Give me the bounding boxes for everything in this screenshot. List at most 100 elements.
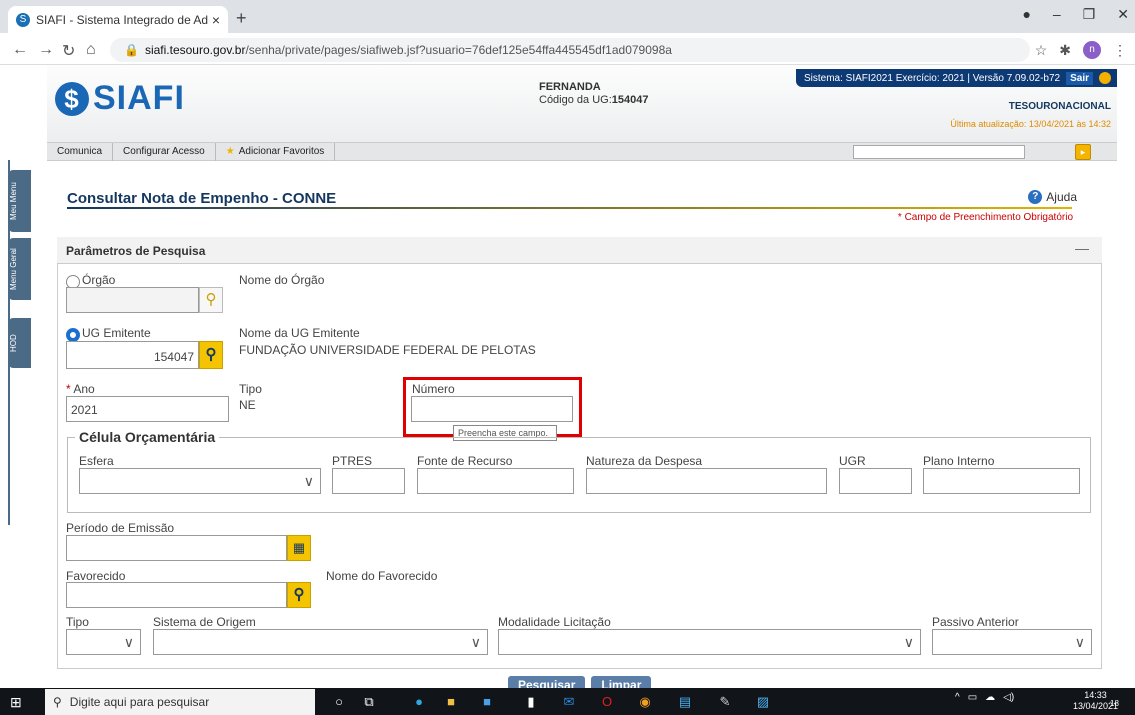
panel-header: [57, 237, 1102, 264]
fonte-input[interactable]: [417, 468, 574, 494]
orgao-name-label: Nome do Órgão: [239, 273, 325, 287]
natureza-input[interactable]: [586, 468, 827, 494]
browser-tab[interactable]: S SIAFI - Sistema Integrado de Adm ×: [8, 6, 228, 33]
siafi-logo-icon: $: [55, 81, 89, 116]
reload-icon[interactable]: ↻: [62, 41, 75, 61]
periodo-input[interactable]: [66, 535, 287, 561]
orgao-input[interactable]: [66, 287, 199, 313]
exit-button[interactable]: Sair: [1066, 71, 1093, 85]
help-icon: ?: [1028, 190, 1043, 204]
tipo-label: Tipo: [239, 382, 262, 396]
ugr-input[interactable]: [839, 468, 912, 494]
menu-item-comunica[interactable]: Comunica: [47, 142, 114, 161]
menu-search-input[interactable]: [853, 145, 1025, 159]
menu-item-configurar-acesso[interactable]: Configurar Acesso: [113, 142, 216, 161]
orgao-label: Órgão: [82, 273, 116, 287]
system-tray: ^ ▭ ☁ ◁): [955, 692, 1014, 703]
fonte-label: Fonte de Recurso: [417, 454, 513, 468]
ano-input[interactable]: 2021: [66, 396, 229, 422]
siafi-header: $ SIAFI FERNANDA Código da UG:154047 Sis…: [47, 65, 1117, 143]
chevron-down-icon: ∨: [470, 634, 481, 650]
sidetab-meu-menu[interactable]: Meu Menu: [9, 170, 31, 232]
favorecido-search-icon[interactable]: ⚲: [287, 582, 311, 608]
document-icon[interactable]: ▮: [522, 694, 540, 710]
modalidade-select[interactable]: ∨: [498, 629, 921, 655]
back-icon[interactable]: ←: [12, 41, 28, 59]
volume-icon[interactable]: ◁): [1003, 692, 1014, 703]
taskbar-search[interactable]: ⚲ Digite aqui para pesquisar: [45, 689, 315, 715]
store-icon[interactable]: ■: [478, 694, 496, 710]
plano-input[interactable]: [923, 468, 1080, 494]
ug-search-icon[interactable]: ⚲: [199, 341, 223, 369]
minimize-icon[interactable]: –: [1053, 6, 1061, 23]
profile-avatar[interactable]: n: [1083, 41, 1101, 59]
task-view-icon[interactable]: ⧉: [360, 694, 378, 710]
menu-item-adicionar-favoritos[interactable]: ★ Adicionar Favoritos: [216, 142, 336, 161]
chrome-icon[interactable]: ◉: [636, 694, 654, 710]
onedrive-icon[interactable]: ☁: [985, 692, 995, 703]
notification-icon[interactable]: 18: [1110, 694, 1119, 709]
logo-text: SIAFI: [93, 79, 185, 117]
ug-code: 154047: [611, 94, 649, 106]
calendar-icon[interactable]: ▦: [287, 535, 311, 561]
sidetab-hod[interactable]: HOD: [9, 318, 31, 368]
search-icon: ⚲: [53, 695, 62, 709]
file-explorer-icon[interactable]: ■: [442, 694, 460, 710]
siafi-favicon-icon: S: [16, 12, 30, 27]
paint-icon[interactable]: ✎: [716, 694, 734, 710]
browser-menu-icon[interactable]: ⋮: [1113, 42, 1127, 59]
profile-dot-icon[interactable]: ●: [1022, 6, 1030, 23]
window-controls: ● – ❐ ✕: [1022, 6, 1129, 23]
forward-icon[interactable]: →: [38, 41, 54, 59]
esfera-select[interactable]: ∨: [79, 468, 321, 494]
required-note: * Campo de Preenchimento Obrigatório: [897, 212, 1073, 223]
extensions-puzzle-icon[interactable]: ✱: [1059, 42, 1071, 59]
mail-icon[interactable]: ✉: [560, 694, 578, 710]
ug-name-label: Nome da UG Emitente: [239, 326, 360, 340]
ug-emitente-input[interactable]: 154047: [66, 341, 199, 369]
new-tab-icon[interactable]: +: [236, 8, 247, 29]
maximize-icon[interactable]: ❐: [1083, 6, 1096, 23]
ug-emitente-radio[interactable]: [66, 328, 80, 342]
home-icon[interactable]: ⌂: [86, 41, 96, 59]
windows-start-icon[interactable]: ⊞: [10, 694, 22, 711]
url-field[interactable]: 🔒 siafi.tesouro.gov.br /senha/private/pa…: [110, 38, 1030, 62]
system-info: Sistema: SIAFI2021 Exercício: 2021 | Ver…: [804, 72, 1061, 84]
ano-label-text: Ano: [73, 382, 95, 396]
photos-icon[interactable]: ▨: [754, 694, 772, 710]
exit-icon[interactable]: [1099, 72, 1111, 84]
menu-search-go-icon[interactable]: ▸: [1075, 144, 1091, 160]
cortana-icon[interactable]: ○: [330, 694, 348, 710]
url-path: /senha/private/pages/siafiweb.jsf?usuari…: [245, 43, 672, 57]
close-window-icon[interactable]: ✕: [1117, 6, 1129, 23]
ptres-input[interactable]: [332, 468, 405, 494]
network-icon[interactable]: ▭: [968, 692, 977, 703]
required-star: *: [66, 382, 71, 396]
passivo-select[interactable]: ∨: [932, 629, 1092, 655]
tesouro-logo: TESOURONACIONAL: [1008, 101, 1111, 112]
ugr-label: UGR: [839, 454, 866, 468]
orgao-search-icon[interactable]: ⚲: [199, 287, 223, 313]
close-tab-icon[interactable]: ×: [212, 12, 220, 28]
user-info: FERNANDA Código da UG:154047: [539, 81, 648, 107]
show-hidden-icon[interactable]: ^: [955, 692, 960, 703]
passivo-label: Passivo Anterior: [932, 615, 1019, 629]
nome-favorecido-label: Nome do Favorecido: [326, 569, 438, 583]
opera-icon[interactable]: O: [598, 694, 616, 710]
help-label: Ajuda: [1046, 190, 1077, 204]
tipo-select[interactable]: ∨: [66, 629, 141, 655]
modalidade-label: Modalidade Licitação: [498, 615, 611, 629]
menu-item-label: Adicionar Favoritos: [238, 145, 325, 157]
edge-icon[interactable]: ●: [410, 694, 428, 710]
ptres-label: PTRES: [332, 454, 373, 468]
bookmark-star-icon[interactable]: ☆: [1035, 42, 1048, 59]
sistema-select[interactable]: ∨: [153, 629, 488, 655]
star-icon: ★: [225, 145, 235, 157]
sidetab-menu-geral[interactable]: Menu Geral: [9, 238, 31, 300]
user-name: FERNANDA: [539, 81, 601, 93]
help-link[interactable]: ? Ajuda: [1028, 190, 1077, 204]
siafi-logo: $ SIAFI: [55, 79, 185, 118]
favorecido-input[interactable]: [66, 582, 287, 608]
collapse-icon[interactable]: —: [1075, 240, 1089, 256]
word-icon[interactable]: ▤: [676, 694, 694, 710]
